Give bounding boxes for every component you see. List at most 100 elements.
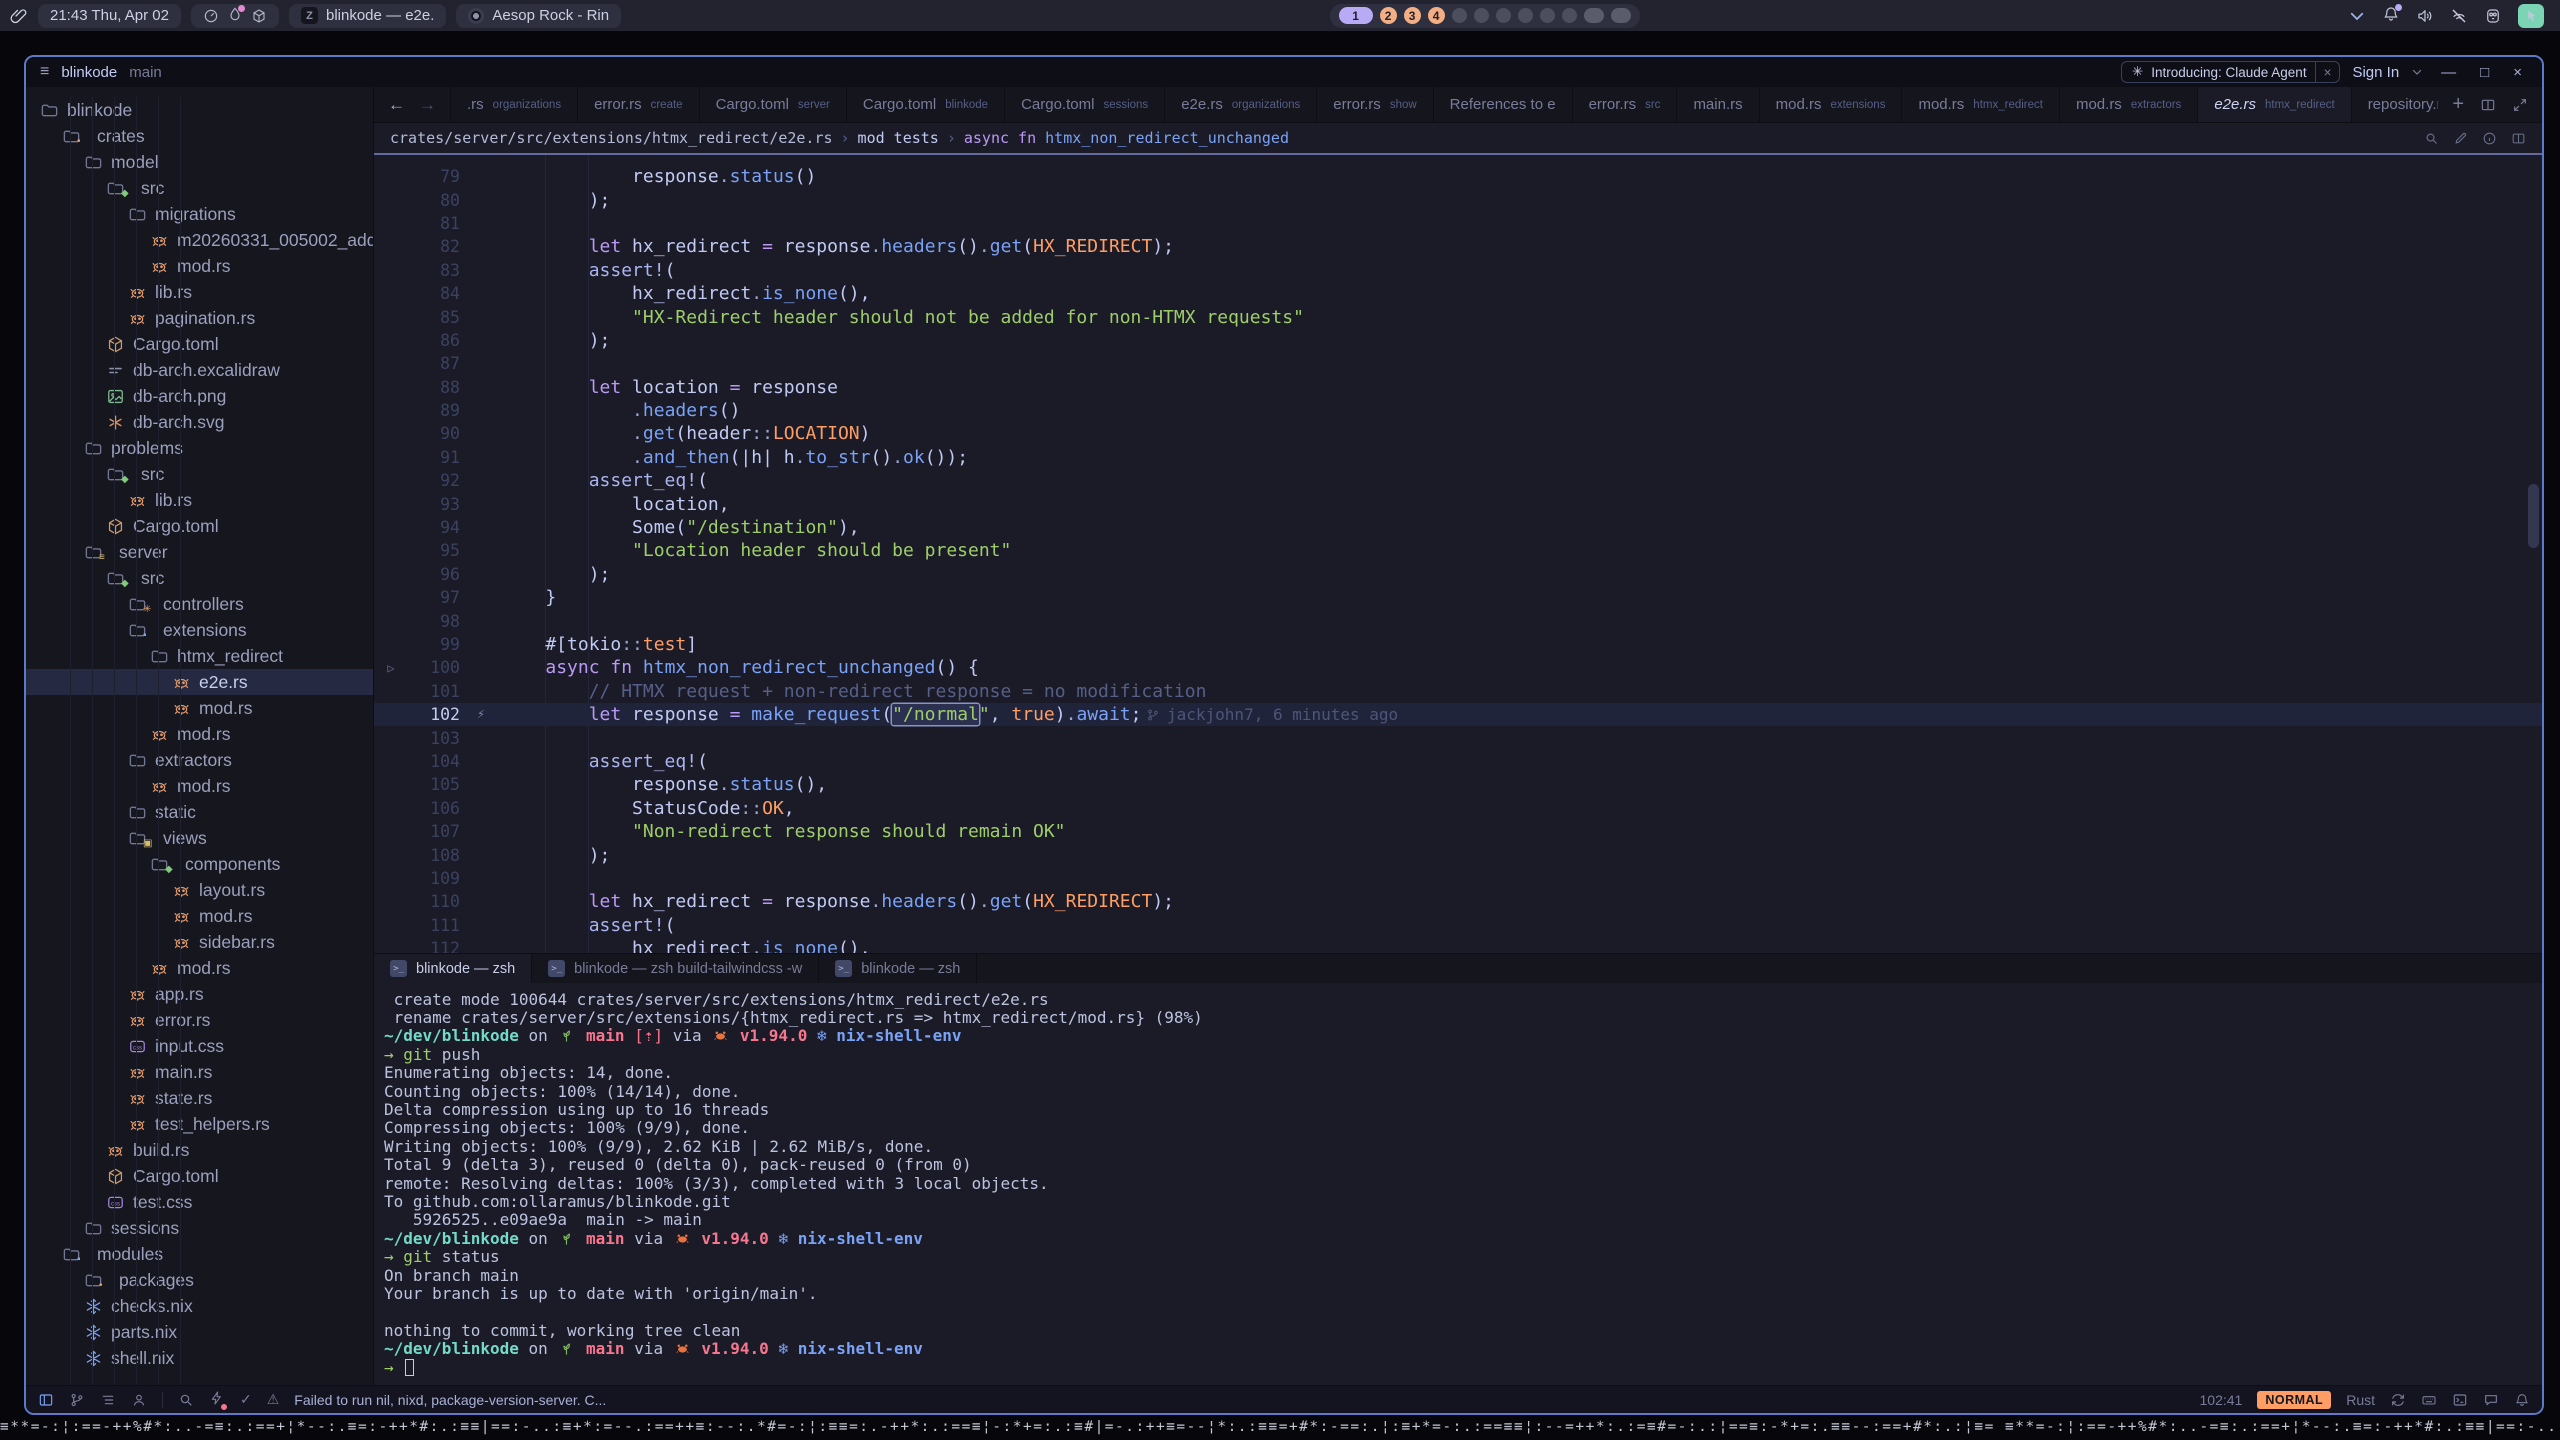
terminal-tab[interactable]: >_blinkode — zsh: [374, 954, 532, 983]
breadcrumb-function[interactable]: htmx_non_redirect_unchanged: [1045, 129, 1289, 147]
promo-close-icon[interactable]: ×: [2315, 62, 2340, 82]
collab-icon[interactable]: [131, 1392, 147, 1408]
tree-item-sidebar-rs[interactable]: sidebar.rs: [26, 929, 373, 955]
sign-in-button[interactable]: Sign In: [2352, 64, 2399, 81]
check-icon[interactable]: ✓: [240, 1391, 252, 1408]
tree-item-input-css[interactable]: input.css: [26, 1033, 373, 1059]
editor-tab[interactable]: e2e.rshtmx_redirect: [2198, 87, 2351, 122]
tree-item-blinkode[interactable]: blinkode: [26, 97, 373, 123]
tree-item-state-rs[interactable]: state.rs: [26, 1085, 373, 1111]
buffer-search-icon[interactable]: [2424, 131, 2439, 146]
terminal-toggle-icon[interactable]: [2452, 1392, 2468, 1408]
tree-item-sessions[interactable]: sessions: [26, 1215, 373, 1241]
tree-item-checks-nix[interactable]: checks.nix: [26, 1293, 373, 1319]
vim-mode-badge[interactable]: NORMAL: [2257, 1391, 2331, 1409]
tree-item-src[interactable]: ◆src: [26, 175, 373, 201]
tree-item-migrations[interactable]: migrations: [26, 201, 373, 227]
active-window-widget[interactable]: Z blinkode — e2e.: [289, 4, 446, 28]
tree-item-extractors[interactable]: extractors: [26, 747, 373, 773]
tree-item-test-helpers-rs[interactable]: test_helpers.rs: [26, 1111, 373, 1137]
language-selector[interactable]: Rust: [2346, 1392, 2375, 1408]
tree-item-crates[interactable]: •crates: [26, 123, 373, 149]
workspace-empty[interactable]: [1540, 8, 1555, 23]
workspace-empty[interactable]: [1452, 8, 1467, 23]
tree-item-problems[interactable]: problems: [26, 435, 373, 461]
tree-item-pagination-rs[interactable]: pagination.rs: [26, 305, 373, 331]
workspace-occupied[interactable]: 3: [1404, 7, 1421, 24]
tree-item-server[interactable]: ≡server: [26, 539, 373, 565]
terminal-panel[interactable]: create mode 100644 crates/server/src/ext…: [374, 983, 2542, 1385]
tree-item-db-arch-excalidraw[interactable]: db-arch.excalidraw: [26, 357, 373, 383]
ai-edits-icon[interactable]: [209, 1390, 225, 1409]
media-widget[interactable]: Aesop Rock - Rin: [456, 4, 621, 28]
keyboard-icon[interactable]: [2421, 1392, 2437, 1408]
editor-tab[interactable]: error.rssrc: [1573, 87, 1678, 122]
tree-item-mod-rs[interactable]: mod.rs: [26, 903, 373, 929]
workspace-empty-wide[interactable]: [1611, 8, 1631, 23]
chevron-down-icon[interactable]: [2348, 7, 2366, 25]
tree-item-mod-rs[interactable]: mod.rs: [26, 721, 373, 747]
terminal-tab[interactable]: >_blinkode — zsh: [819, 954, 977, 983]
tree-item-build-rs[interactable]: build.rs: [26, 1137, 373, 1163]
breadcrumb-path[interactable]: crates/server/src/extensions/htmx_redire…: [390, 129, 833, 147]
editor-tab[interactable]: repository.r: [2352, 87, 2439, 122]
tree-item-app-rs[interactable]: app.rs: [26, 981, 373, 1007]
tree-item-mod-rs[interactable]: mod.rs: [26, 955, 373, 981]
editor-tab[interactable]: Cargo.tomlblinkode: [847, 87, 1005, 122]
editor-tab[interactable]: main.rs: [1677, 87, 1759, 122]
code-action-icon[interactable]: ⚡: [460, 707, 502, 722]
close-button[interactable]: ×: [2507, 64, 2528, 81]
workspace-empty[interactable]: [1474, 8, 1489, 23]
tree-item-components[interactable]: ◆components: [26, 851, 373, 877]
zoom-pane-icon[interactable]: [2512, 97, 2528, 113]
claude-agent-promo[interactable]: ✳ Introducing: Claude Agent ×: [2121, 61, 2341, 83]
edit-icon[interactable]: [2453, 131, 2468, 146]
tree-item-htmx-redirect[interactable]: htmx_redirect: [26, 643, 373, 669]
assistant-icon[interactable]: [2483, 1392, 2499, 1408]
system-monitor-widget[interactable]: [191, 4, 279, 28]
workspace-occupied[interactable]: 2: [1380, 7, 1397, 24]
tree-item-mod-rs[interactable]: mod.rs: [26, 253, 373, 279]
bell-icon[interactable]: [2514, 1392, 2530, 1408]
clock-widget[interactable]: 21:43 Thu, Apr 02: [38, 4, 181, 28]
tree-item-test-css[interactable]: test.css: [26, 1189, 373, 1215]
pane-split-icon[interactable]: [2511, 131, 2526, 146]
git-branch-icon[interactable]: [69, 1392, 85, 1408]
tree-item-main-rs[interactable]: main.rs: [26, 1059, 373, 1085]
editor-tab[interactable]: Cargo.tomlsessions: [1005, 87, 1165, 122]
user-chevron-icon[interactable]: [2411, 66, 2423, 78]
tree-item-layout-rs[interactable]: layout.rs: [26, 877, 373, 903]
editor-tab[interactable]: mod.rsextractors: [2060, 87, 2198, 122]
split-pane-icon[interactable]: [2480, 97, 2496, 113]
tree-item-lib-rs[interactable]: lib.rs: [26, 279, 373, 305]
tree-item-src[interactable]: ◆src: [26, 461, 373, 487]
workspace-empty[interactable]: [1562, 8, 1577, 23]
workspace-empty[interactable]: [1496, 8, 1511, 23]
tree-item-shell-nix[interactable]: shell.nix: [26, 1345, 373, 1371]
sync-icon[interactable]: [2390, 1392, 2406, 1408]
tree-item-e2e-rs[interactable]: e2e.rs: [26, 669, 373, 695]
workspace-empty[interactable]: [1518, 8, 1533, 23]
tree-item-modules[interactable]: ▪modules: [26, 1241, 373, 1267]
nav-forward-button[interactable]: →: [419, 95, 436, 115]
tree-item-db-arch-svg[interactable]: db-arch.svg: [26, 409, 373, 435]
info-icon[interactable]: [2482, 131, 2497, 146]
cursor-position[interactable]: 102:41: [2200, 1392, 2243, 1408]
outline-icon[interactable]: [100, 1392, 116, 1408]
menu-icon[interactable]: ≡: [40, 63, 49, 81]
workspace-active[interactable]: 1: [1339, 7, 1373, 24]
editor-tab[interactable]: e2e.rsorganizations: [1165, 87, 1317, 122]
network-off-icon[interactable]: [2450, 7, 2468, 25]
editor-tab[interactable]: error.rscreate: [578, 87, 699, 122]
tree-item-lib-rs[interactable]: lib.rs: [26, 487, 373, 513]
volume-icon[interactable]: [2416, 7, 2434, 25]
search-icon[interactable]: [178, 1392, 194, 1408]
branch-name[interactable]: main: [129, 64, 162, 81]
maximize-button[interactable]: □: [2474, 64, 2495, 81]
breadcrumb[interactable]: crates/server/src/extensions/htmx_redire…: [374, 123, 2542, 153]
tree-item-extensions[interactable]: ▪extensions: [26, 617, 373, 643]
diagnostics-icon[interactable]: ⚠: [267, 1391, 280, 1408]
tree-item-src[interactable]: ◆src: [26, 565, 373, 591]
tree-item-cargo-toml[interactable]: Cargo.toml: [26, 1163, 373, 1189]
minimize-button[interactable]: —: [2435, 64, 2462, 81]
